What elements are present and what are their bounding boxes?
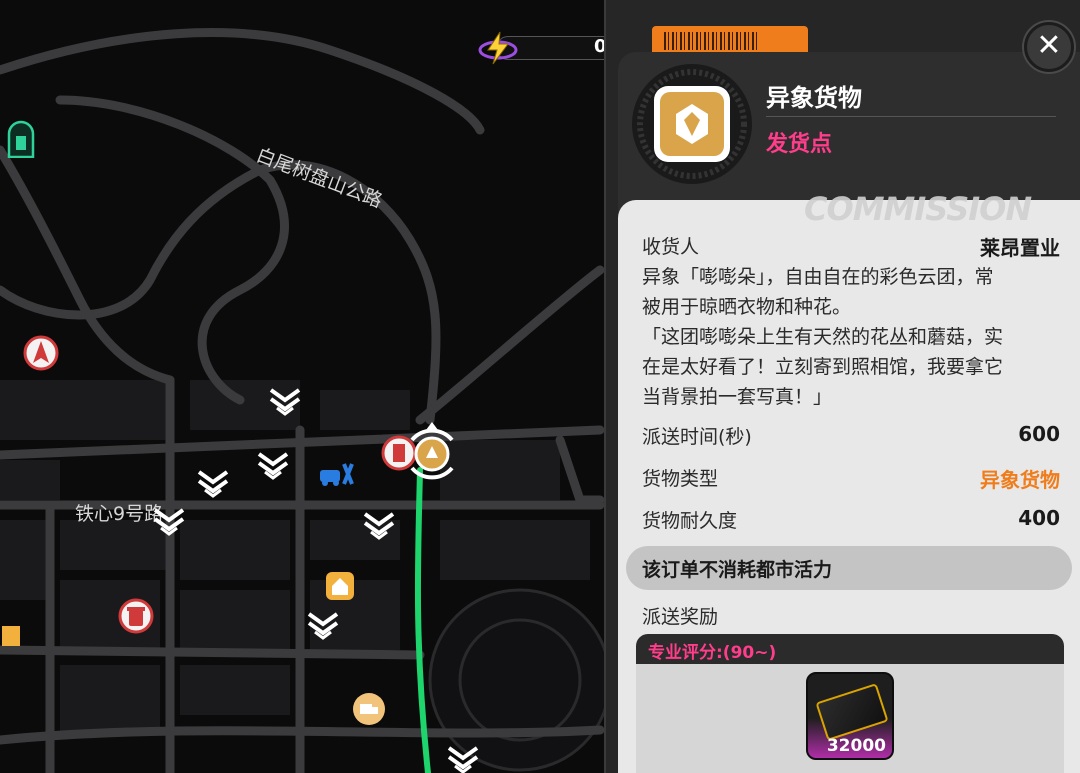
road-label-tiexin: 铁心9号路 bbox=[75, 503, 163, 525]
commission-panel: ✕ 异象货物 发货点 COMMISSION 收货人 莱昂置业 异象「嘭嘭朵」，自… bbox=[604, 0, 1080, 773]
no-vitality-cost-note: 该订单不消耗都市活力 bbox=[626, 546, 1072, 590]
map-pin-trash-icon[interactable] bbox=[117, 597, 155, 635]
energy-counter[interactable]: 0 bbox=[478, 30, 618, 66]
chevron-marker-icon[interactable] bbox=[256, 450, 290, 480]
stat-value: 400 bbox=[1018, 506, 1060, 530]
description-line: 被用于晾晒衣物和种花。 bbox=[642, 296, 852, 318]
commission-watermark: COMMISSION bbox=[804, 190, 1032, 228]
chevron-marker-icon[interactable] bbox=[446, 744, 480, 773]
reward-label: 派送奖励 bbox=[642, 606, 719, 628]
recipient-value: 莱昂置业 bbox=[980, 236, 1060, 260]
reward-item-dennies[interactable]: 32000 bbox=[806, 672, 894, 760]
reward-tier-header: 专业评分:(90~) bbox=[636, 634, 1064, 664]
cargo-description: 异象「嘭嘭朵」，自由自在的彩色云团，常 被用于晾晒衣物和种花。 「这团嘭嘭朵上生… bbox=[642, 262, 1062, 412]
chevron-marker-icon[interactable] bbox=[362, 510, 396, 540]
cargo-title: 异象货物 bbox=[766, 84, 862, 112]
lightning-energy-icon bbox=[478, 31, 518, 65]
reward-box: 专业评分:(90~) 32000 bbox=[636, 634, 1064, 773]
cargo-subtitle: 发货点 bbox=[766, 132, 833, 157]
car-repair-icon[interactable] bbox=[318, 460, 354, 488]
building-icon[interactable] bbox=[0, 620, 22, 646]
chevron-marker-icon[interactable] bbox=[152, 506, 186, 536]
description-line: 「这团嘭嘭朵上生有天然的花丛和蘑菇，实 bbox=[642, 326, 1004, 348]
map-plaza bbox=[428, 588, 612, 772]
recipient-label: 收货人 bbox=[642, 236, 700, 258]
stat-value: 异象货物 bbox=[980, 468, 1060, 492]
barcode-stripes bbox=[664, 32, 760, 50]
reward-quantity: 32000 bbox=[826, 736, 886, 756]
description-line: 在是太好看了！立刻寄到照相馆，我要拿它 bbox=[642, 356, 1004, 378]
description-line: 异象「嘭嘭朵」，自由自在的彩色云团，常 bbox=[642, 266, 994, 288]
stat-label: 派送时间(秒) bbox=[642, 426, 752, 448]
title-divider bbox=[766, 116, 1056, 117]
chevron-marker-icon[interactable] bbox=[196, 468, 230, 498]
selected-target-marker[interactable] bbox=[398, 420, 466, 488]
delivery-truck-icon[interactable] bbox=[352, 692, 386, 726]
chevron-marker-icon[interactable] bbox=[306, 610, 340, 640]
map-pin-shop-icon[interactable] bbox=[22, 334, 60, 372]
map-pin-gate-icon[interactable] bbox=[6, 120, 36, 158]
stat-label: 货物耐久度 bbox=[642, 510, 738, 532]
home-icon[interactable] bbox=[324, 570, 356, 602]
anomaly-cargo-badge-icon bbox=[632, 64, 752, 184]
stat-value: 600 bbox=[1018, 422, 1060, 446]
close-button[interactable]: ✕ bbox=[1024, 22, 1074, 72]
reward-tier: 专业评分:(90~) bbox=[648, 643, 777, 663]
note-text: 该订单不消耗都市活力 bbox=[642, 559, 833, 581]
chevron-marker-icon[interactable] bbox=[268, 386, 302, 416]
close-icon: ✕ bbox=[1036, 28, 1062, 63]
description-line: 当背景拍一套写真！」 bbox=[642, 386, 833, 408]
stat-label: 货物类型 bbox=[642, 468, 719, 490]
